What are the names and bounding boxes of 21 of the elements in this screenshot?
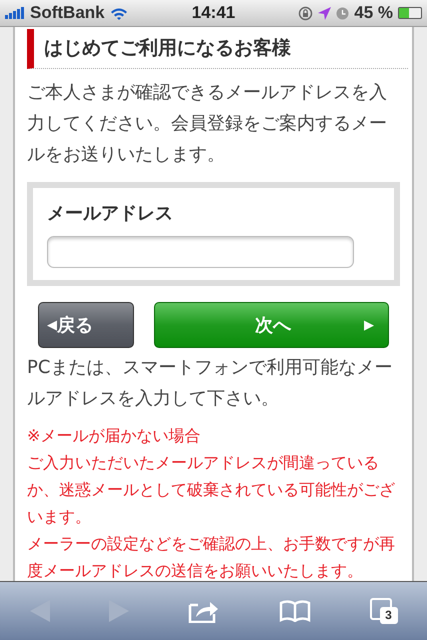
rotation-lock-icon <box>298 6 314 20</box>
warning-text: ※メールが届かない場合 <box>27 425 202 447</box>
intro-text: ご本人さまが確認できるメールアドレスを入力してください。会員登録をご案内するメールをお送りいたします。 <box>27 81 388 167</box>
section-heading: はじめてご利用になるお客様 <box>27 29 408 69</box>
field-label: メールアドレス <box>47 202 174 226</box>
note-text: PCまたは、スマートフォンで利用可能なメールアドレスを入力して下さい。 <box>27 356 394 411</box>
clock-time: 14:41 <box>192 3 236 23</box>
battery-icon <box>398 7 422 19</box>
location-icon <box>318 6 332 20</box>
signal-icon <box>5 7 25 19</box>
bookmarks-icon[interactable] <box>278 600 310 622</box>
email-field[interactable] <box>47 236 354 268</box>
wifi-icon <box>110 6 128 20</box>
warning-text: ご入力いただいたメールアドレスが間違っているか、迷惑メールとして破棄されている可能性がございます。 <box>27 452 396 528</box>
next-button[interactable]: 次へ ▶ <box>154 302 389 348</box>
warning-text: メーラーの設定などをご確認の上、お手数ですが再度メールアドレスの送信をお願いいたします。 <box>27 533 396 581</box>
alarm-icon <box>336 6 350 20</box>
share-icon[interactable] <box>188 599 220 623</box>
battery-percent: 45 % <box>354 3 393 23</box>
back-button[interactable]: ◀戻る <box>38 302 134 348</box>
carrier-name: SoftBank <box>30 3 105 23</box>
